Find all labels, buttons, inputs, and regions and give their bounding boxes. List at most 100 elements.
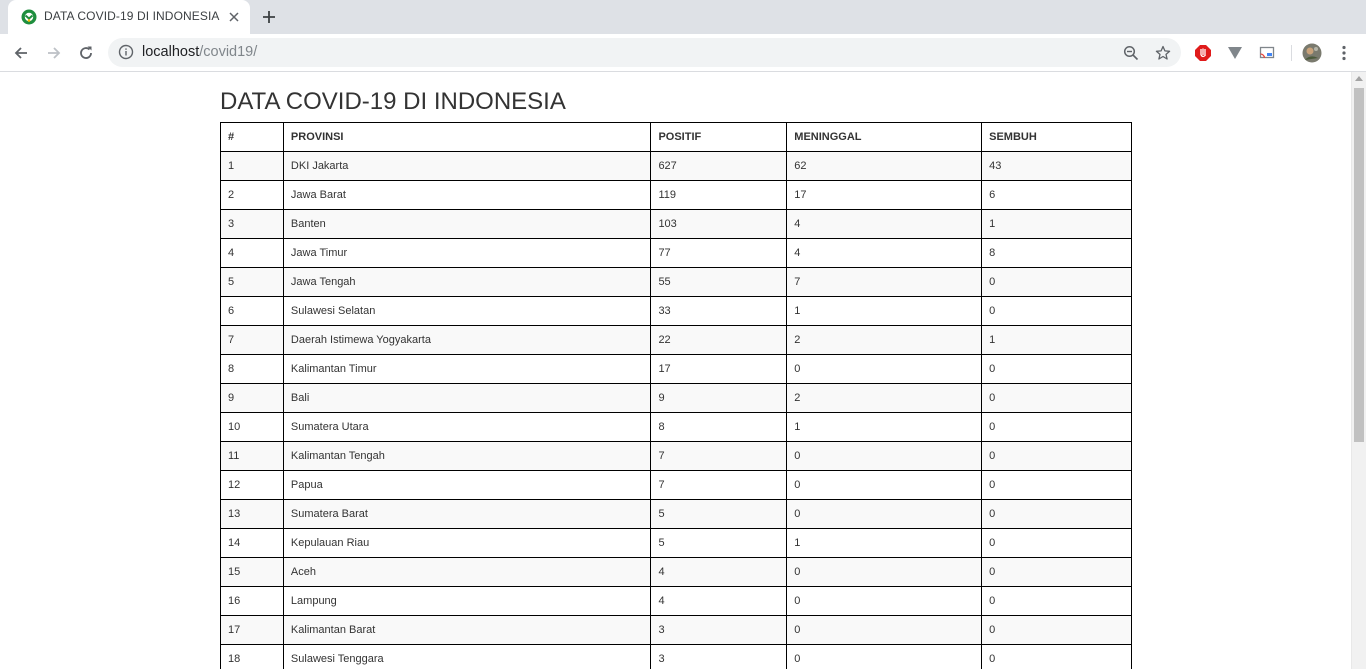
toolbar-divider (1291, 45, 1292, 61)
cell-provinsi: Sulawesi Tenggara (282, 644, 652, 669)
cell-sembuh: 0 (981, 470, 1132, 500)
cell-provinsi: Papua (282, 470, 652, 500)
cell-provinsi: Aceh (282, 557, 652, 587)
cell-provinsi: Banten (282, 209, 652, 239)
cell-sembuh: 1 (981, 325, 1132, 355)
cell-sembuh: 0 (981, 557, 1132, 587)
cell-positif: 4 (650, 557, 788, 587)
page-viewport: DATA COVID-19 DI INDONESIA # PROVINSI PO… (0, 72, 1351, 669)
table-row: 4 Jawa Timur 77 4 8 (220, 238, 1132, 268)
cell-meninggal: 4 (786, 238, 983, 268)
table-row: 10 Sumatera Utara 8 1 0 (220, 412, 1132, 442)
close-icon[interactable] (225, 8, 243, 26)
cell-meninggal: 0 (786, 441, 983, 471)
zoom-out-icon[interactable] (1121, 43, 1141, 63)
url-host: localhost (142, 44, 200, 60)
cell-meninggal: 17 (786, 180, 983, 210)
table-row: 1 DKI Jakarta 627 62 43 (220, 151, 1132, 181)
cell-sembuh: 0 (981, 354, 1132, 384)
cell-provinsi: Lampung (282, 586, 652, 616)
cell-positif: 9 (650, 383, 788, 413)
address-bar[interactable]: localhost/covid19/ (108, 38, 1181, 67)
forward-arrow-icon[interactable] (41, 40, 67, 66)
cell-number: 10 (220, 412, 284, 442)
cell-number: 4 (220, 238, 284, 268)
cell-positif: 119 (650, 180, 788, 210)
stop-hand-icon[interactable] (1193, 43, 1213, 63)
scrollbar-thumb[interactable] (1354, 88, 1364, 442)
tab-title: DATA COVID-19 DI INDONESIA (44, 9, 220, 23)
cell-number: 15 (220, 557, 284, 587)
column-header-sembuh: SEMBUH (981, 122, 1132, 152)
cell-positif: 3 (650, 644, 788, 669)
table-row: 14 Kepulauan Riau 5 1 0 (220, 528, 1132, 558)
cell-provinsi: Sulawesi Selatan (282, 296, 652, 326)
avatar[interactable] (1302, 43, 1322, 63)
cell-meninggal: 0 (786, 557, 983, 587)
tab-strip: DATA COVID-19 DI INDONESIA (0, 0, 1366, 34)
cell-positif: 627 (650, 151, 788, 181)
cell-sembuh: 43 (981, 151, 1132, 181)
column-header-meninggal: MENINGGAL (786, 122, 983, 152)
cell-number: 14 (220, 528, 284, 558)
table-row: 8 Kalimantan Timur 17 0 0 (220, 354, 1132, 384)
star-icon[interactable] (1153, 43, 1173, 63)
cell-provinsi: Bali (282, 383, 652, 413)
cell-provinsi: Sumatera Utara (282, 412, 652, 442)
table-row: 7 Daerah Istimewa Yogyakarta 22 2 1 (220, 325, 1132, 355)
cell-meninggal: 0 (786, 644, 983, 669)
cell-sembuh: 6 (981, 180, 1132, 210)
triangle-icon[interactable] (1225, 43, 1245, 63)
cell-provinsi: Kalimantan Tengah (282, 441, 652, 471)
column-header-number: # (220, 122, 284, 152)
cell-positif: 55 (650, 267, 788, 297)
column-header-positif: POSITIF (650, 122, 788, 152)
cell-sembuh: 0 (981, 296, 1132, 326)
cell-sembuh: 0 (981, 528, 1132, 558)
cell-positif: 7 (650, 441, 788, 471)
cell-sembuh: 0 (981, 615, 1132, 645)
table-row: 6 Sulawesi Selatan 33 1 0 (220, 296, 1132, 326)
cell-positif: 17 (650, 354, 788, 384)
cell-sembuh: 0 (981, 499, 1132, 529)
cell-sembuh: 0 (981, 644, 1132, 669)
cell-positif: 3 (650, 615, 788, 645)
table-header-row: # PROVINSI POSITIF MENINGGAL SEMBUH (220, 122, 1132, 152)
cell-number: 9 (220, 383, 284, 413)
cell-meninggal: 0 (786, 615, 983, 645)
cell-sembuh: 1 (981, 209, 1132, 239)
table-row: 16 Lampung 4 0 0 (220, 586, 1132, 616)
cell-provinsi: Kalimantan Timur (282, 354, 652, 384)
kebab-menu-icon[interactable] (1334, 43, 1354, 63)
table-row: 9 Bali 9 2 0 (220, 383, 1132, 413)
cell-number: 1 (220, 151, 284, 181)
info-icon[interactable] (118, 44, 134, 60)
reload-icon[interactable] (73, 40, 99, 66)
cast-icon[interactable] (1257, 43, 1277, 63)
cell-positif: 22 (650, 325, 788, 355)
table-row: 11 Kalimantan Tengah 7 0 0 (220, 441, 1132, 471)
back-arrow-icon[interactable] (8, 40, 34, 66)
cell-number: 17 (220, 615, 284, 645)
cell-meninggal: 0 (786, 586, 983, 616)
cell-positif: 5 (650, 528, 788, 558)
table-row: 15 Aceh 4 0 0 (220, 557, 1132, 587)
cell-positif: 7 (650, 470, 788, 500)
table-row: 2 Jawa Barat 119 17 6 (220, 180, 1132, 210)
cell-meninggal: 4 (786, 209, 983, 239)
cell-positif: 8 (650, 412, 788, 442)
cell-positif: 33 (650, 296, 788, 326)
scroll-up-arrow-icon[interactable] (1355, 76, 1363, 81)
table-row: 5 Jawa Tengah 55 7 0 (220, 267, 1132, 297)
cell-number: 12 (220, 470, 284, 500)
cell-number: 6 (220, 296, 284, 326)
new-tab-icon[interactable] (259, 7, 279, 27)
cell-meninggal: 0 (786, 354, 983, 384)
url-path: /covid19/ (199, 44, 258, 60)
page-scrollbar[interactable] (1351, 72, 1366, 669)
cell-sembuh: 8 (981, 238, 1132, 268)
cell-provinsi: Kepulauan Riau (282, 528, 652, 558)
cell-sembuh: 0 (981, 383, 1132, 413)
table-row: 17 Kalimantan Barat 3 0 0 (220, 615, 1132, 645)
browser-tab[interactable]: DATA COVID-19 DI INDONESIA (8, 0, 250, 34)
